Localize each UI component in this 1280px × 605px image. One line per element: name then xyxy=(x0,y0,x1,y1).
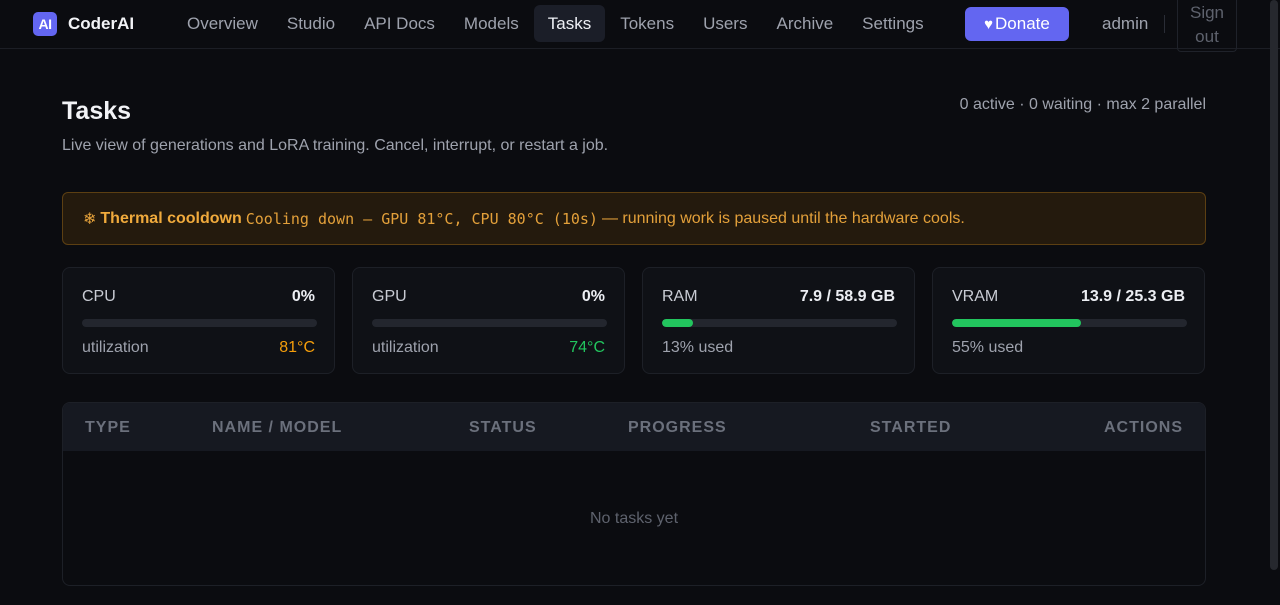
column-header-type: TYPE xyxy=(85,419,131,436)
nav-api-docs[interactable]: API Docs xyxy=(350,5,449,42)
column-header-name-model: NAME / MODEL xyxy=(212,419,343,436)
cpu-bar xyxy=(82,319,317,327)
vram-value: 13.9 / 25.3 GB xyxy=(1080,288,1185,305)
sign-out-button[interactable]: Sign out xyxy=(1177,0,1237,52)
vram-card: VRAM 13.9 / 25.3 GB 55% used xyxy=(932,267,1205,374)
ram-foot: 13% used xyxy=(662,339,734,356)
nav-users[interactable]: Users xyxy=(689,5,761,42)
gpu-label: GPU xyxy=(372,288,407,305)
brand-logo: AI xyxy=(33,12,57,36)
column-header-actions: ACTIONS xyxy=(1104,419,1183,436)
top-navbar: AI CoderAI Overview Studio API Docs Mode… xyxy=(0,0,1280,52)
nav-models[interactable]: Models xyxy=(450,5,533,42)
tasks-table: TYPE NAME / MODEL STATUS PROGRESS STARTE… xyxy=(62,402,1206,586)
nav-tasks[interactable]: Tasks xyxy=(533,5,606,42)
gpu-card: GPU 0% utilization 74°C xyxy=(352,267,625,374)
queue-stats: 0 active · 0 waiting · max 2 parallel xyxy=(959,96,1206,113)
vram-bar xyxy=(952,319,1187,327)
nav-archive[interactable]: Archive xyxy=(762,5,847,42)
divider xyxy=(1164,15,1165,33)
main-nav: Overview Studio API Docs Models Tasks To… xyxy=(173,5,939,42)
vram-label: VRAM xyxy=(952,288,999,305)
ram-value: 7.9 / 58.9 GB xyxy=(799,288,895,305)
alert-message: — running work is paused until the hardw… xyxy=(601,209,965,227)
ram-card: RAM 7.9 / 58.9 GB 13% used xyxy=(642,267,915,374)
empty-state: No tasks yet xyxy=(589,510,679,527)
donate-label: Donate xyxy=(995,14,1050,33)
page-subtitle: Live view of generations and LoRA traini… xyxy=(62,137,609,154)
ram-bar xyxy=(662,319,897,327)
vram-foot: 55% used xyxy=(952,339,1024,356)
column-header-progress: PROGRESS xyxy=(628,419,727,436)
gpu-value: 0% xyxy=(581,288,605,305)
nav-studio[interactable]: Studio xyxy=(273,5,349,42)
page-title: Tasks xyxy=(62,97,132,125)
cpu-temp: 81°C xyxy=(279,339,315,356)
nav-overview[interactable]: Overview xyxy=(173,5,272,42)
alert-title: Thermal cooldown xyxy=(100,209,242,227)
snowflake-icon: ❄ xyxy=(83,210,97,228)
column-header-started: STARTED xyxy=(870,419,952,436)
cpu-foot: utilization xyxy=(82,339,149,356)
column-header-status: STATUS xyxy=(469,419,537,436)
cpu-value: 0% xyxy=(291,288,315,305)
brand-name: CoderAI xyxy=(68,14,135,33)
heart-icon: ♥ xyxy=(984,15,994,33)
brand[interactable]: AI CoderAI xyxy=(33,12,134,36)
gpu-foot: utilization xyxy=(372,339,439,356)
thermal-alert: ❄ Thermal cooldown Cooling down — GPU 81… xyxy=(62,192,1206,245)
cpu-label: CPU xyxy=(82,288,116,305)
alert-detail: Cooling down — GPU 81°C, CPU 80°C (10s) xyxy=(245,209,598,228)
current-user: admin xyxy=(1102,14,1149,33)
ram-bar-fill xyxy=(662,319,694,327)
scrollbar[interactable] xyxy=(1270,0,1278,570)
cpu-card: CPU 0% utilization 81°C xyxy=(62,267,335,374)
nav-settings[interactable]: Settings xyxy=(848,5,937,42)
nav-tokens[interactable]: Tokens xyxy=(606,5,688,42)
ram-label: RAM xyxy=(662,288,698,305)
vram-bar-fill xyxy=(952,319,1082,327)
donate-button[interactable]: ♥ Donate xyxy=(965,7,1069,41)
gpu-temp: 74°C xyxy=(569,339,605,356)
table-header: TYPE NAME / MODEL STATUS PROGRESS STARTE… xyxy=(63,403,1205,451)
gpu-bar xyxy=(372,319,607,327)
